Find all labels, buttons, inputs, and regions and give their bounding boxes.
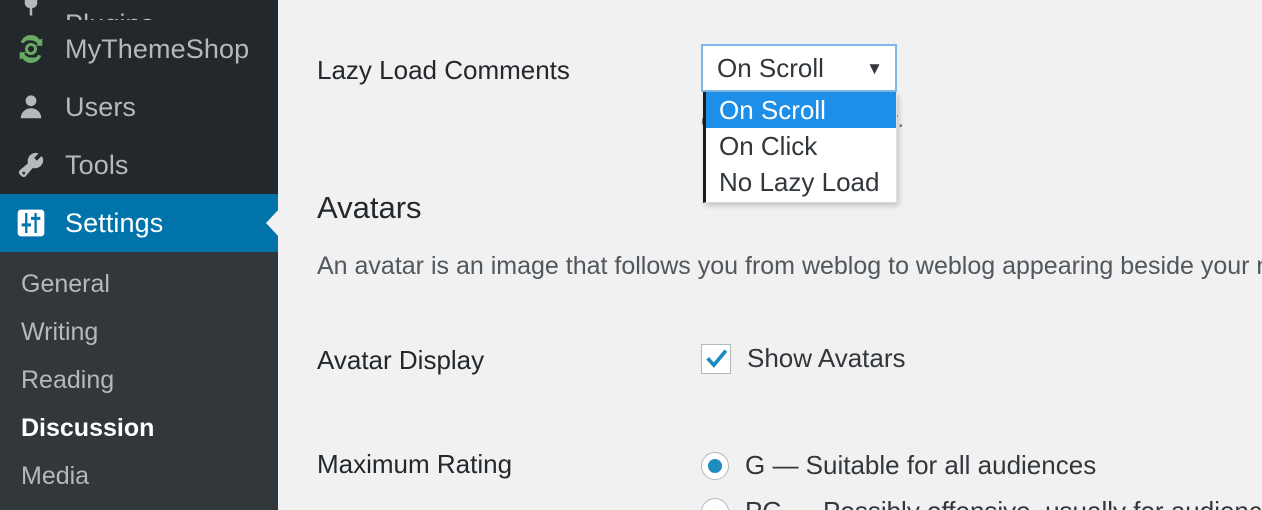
- user-icon: [14, 90, 48, 124]
- chevron-down-icon: ▼: [866, 58, 883, 78]
- sidebar-item-reading[interactable]: Reading: [0, 356, 278, 404]
- submenu-item-label: General: [21, 269, 110, 298]
- lazy-load-select[interactable]: On Scroll ▼: [701, 44, 897, 92]
- show-avatars-label: Show Avatars: [747, 343, 906, 373]
- rating-radio-g[interactable]: [701, 451, 729, 480]
- option-label: On Scroll: [719, 94, 826, 125]
- sidebar-item-label: Settings: [65, 207, 164, 238]
- sidebar-item-writing[interactable]: Writing: [0, 308, 278, 356]
- submenu-item-label: Media: [21, 461, 90, 490]
- lazy-load-selected-value: On Scroll: [717, 52, 824, 83]
- rating-radio-pg[interactable]: [701, 497, 729, 510]
- option-on-scroll[interactable]: On Scroll: [706, 92, 896, 128]
- sidebar-item-tools[interactable]: Tools: [0, 136, 278, 194]
- submenu-item-label: Reading: [21, 365, 115, 394]
- avatars-section-heading: Avatars: [317, 190, 422, 225]
- settings-content: Lazy Load Comments oad the comments. On …: [278, 0, 1262, 510]
- sidebar-item-media[interactable]: Media: [0, 452, 278, 500]
- lazy-load-comments-label: Lazy Load Comments: [317, 55, 570, 85]
- rating-option-g[interactable]: G — Suitable for all audiences: [701, 450, 1096, 481]
- sidebar-item-label: Plugins: [65, 9, 154, 20]
- submenu-item-label: Writing: [21, 317, 99, 346]
- sidebar-item-discussion[interactable]: Discussion: [0, 404, 278, 452]
- avatar-display-label: Avatar Display: [317, 345, 485, 375]
- wrench-icon: [14, 148, 48, 182]
- settings-sliders-icon: [14, 206, 48, 240]
- sidebar-item-label: Tools: [65, 149, 129, 180]
- check-icon: [706, 348, 728, 368]
- settings-submenu: General Writing Reading Discussion Media: [0, 252, 278, 510]
- rating-option-pg[interactable]: PG — Possibly offensive, usually for aud…: [701, 496, 1262, 510]
- sidebar-item-users[interactable]: Users: [0, 78, 278, 136]
- submenu-item-label: Discussion: [21, 413, 155, 442]
- option-on-click[interactable]: On Click: [706, 128, 896, 164]
- show-avatars-checkbox[interactable]: [701, 343, 731, 374]
- lazy-load-option-list[interactable]: On Scroll On Click No Lazy Load: [703, 92, 897, 203]
- wordpress-admin-screen: Plugins MyThemeShop Users: [0, 0, 1262, 510]
- sidebar-item-mythemeshop[interactable]: MyThemeShop: [0, 20, 278, 78]
- show-avatars-row[interactable]: Show Avatars: [701, 343, 906, 374]
- plug-icon: [14, 0, 48, 20]
- sync-arrows-icon: [14, 32, 48, 66]
- active-pointer-arrow: [266, 209, 278, 237]
- sidebar-item-settings[interactable]: Settings: [0, 194, 278, 252]
- avatars-section-description: An avatar is an image that follows you f…: [317, 252, 1262, 280]
- sidebar-item-general[interactable]: General: [0, 260, 278, 308]
- maximum-rating-label: Maximum Rating: [317, 449, 513, 479]
- admin-sidebar: Plugins MyThemeShop Users: [0, 0, 278, 510]
- rating-option-label: PG — Possibly offensive, usually for aud…: [745, 496, 1262, 510]
- option-no-lazy-load[interactable]: No Lazy Load: [706, 164, 896, 200]
- sidebar-item-plugins[interactable]: Plugins: [0, 0, 278, 20]
- sidebar-item-label: MyThemeShop: [65, 33, 250, 64]
- option-label: On Click: [719, 130, 818, 161]
- rating-option-label: G — Suitable for all audiences: [745, 450, 1097, 480]
- option-label: No Lazy Load: [719, 166, 880, 197]
- sidebar-item-label: Users: [65, 91, 137, 122]
